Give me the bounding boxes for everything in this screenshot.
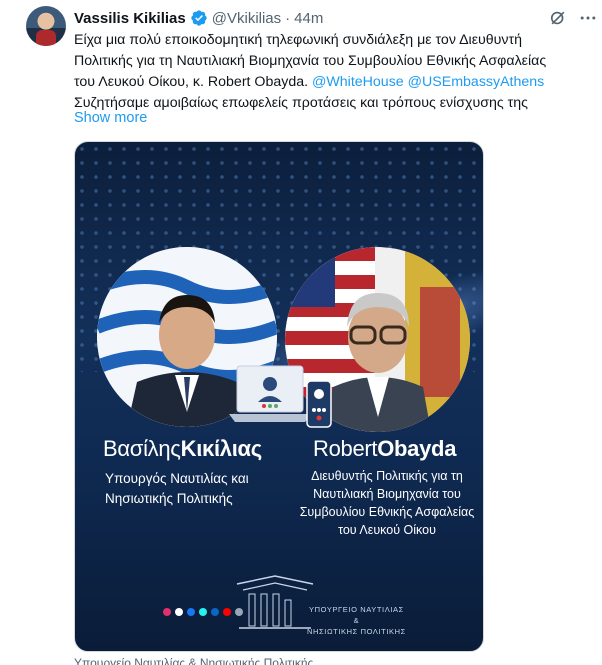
tiktok-icon bbox=[199, 608, 207, 616]
youtube-icon bbox=[223, 608, 231, 616]
instagram-icon bbox=[163, 608, 171, 616]
ministry-line-2: & bbox=[353, 616, 360, 625]
mention-whitehouse[interactable]: @WhiteHouse bbox=[312, 74, 404, 90]
grok-icon[interactable] bbox=[548, 8, 568, 28]
media-image[interactable]: ΒασίληςΚικίλιας Υπουργός Ναυτιλίας και Ν… bbox=[74, 141, 484, 652]
tweet[interactable]: Vassilis Kikilias @Vkikilias · 44m Είχα … bbox=[0, 0, 602, 665]
left-person-role: Υπουργός Ναυτιλίας και Νησιωτικής Πολιτι… bbox=[105, 471, 249, 506]
tweet-text-line-2: Πολιτικής για τη Ναυτιλιακή Βιομηχανία τ… bbox=[74, 53, 547, 69]
phone-video-call-icon bbox=[306, 380, 332, 428]
right-person-name: RobertObayda bbox=[313, 436, 456, 462]
ministry-name-text: ΥΠΟΥΡΓΕΙΟ ΝΑΥΤΙΛΙΑΣ & ΝΗΣΙΩΤΙΚΗΣ ΠΟΛΙΤΙΚ… bbox=[307, 604, 406, 637]
facebook-icon bbox=[187, 608, 195, 616]
media-caption: Υπουργείο Ναυτιλίας & Νησιωτικής Πολιτικ… bbox=[74, 656, 314, 665]
right-first-name: Robert bbox=[313, 436, 378, 461]
show-more-link[interactable]: Show more bbox=[74, 110, 147, 126]
left-last-name: Κικίλιας bbox=[180, 436, 263, 461]
tweet-text-line-3-prefix: του Λευκού Οίκου, κ. Robert Obayda. bbox=[74, 74, 312, 90]
right-person-role: Διευθυντής Πολιτικής για τη Ναυτιλιακή Β… bbox=[299, 469, 475, 537]
linkedin-icon bbox=[211, 608, 219, 616]
ministry-line-1: ΥΠΟΥΡΓΕΙΟ ΝΑΥΤΙΛΙΑΣ bbox=[309, 605, 404, 614]
social-icons bbox=[163, 608, 243, 616]
right-last-name: Obayda bbox=[377, 436, 457, 461]
ministry-line-3: ΝΗΣΙΩΤΙΚΗΣ ΠΟΛΙΤΙΚΗΣ bbox=[307, 627, 406, 636]
author-name[interactable]: Vassilis Kikilias bbox=[74, 10, 186, 27]
tweet-header: Vassilis Kikilias @Vkikilias · 44m bbox=[74, 8, 323, 28]
separator-dot: · bbox=[285, 9, 291, 27]
author-handle[interactable]: @Vkikilias bbox=[212, 10, 281, 27]
ministry-logo-icon bbox=[236, 575, 314, 629]
tweet-text: Είχα μια πολύ εποικοδομητική τηλεφωνική … bbox=[74, 30, 594, 114]
left-person-name: ΒασίληςΚικίλιας bbox=[103, 436, 262, 462]
timestamp[interactable]: 44m bbox=[294, 10, 323, 27]
tweet-text-line-1: Είχα μια πολύ εποικοδομητική τηλεφωνική … bbox=[74, 32, 523, 48]
more-options-icon[interactable] bbox=[578, 8, 598, 28]
left-first-name: Βασίλης bbox=[103, 436, 181, 461]
tweet-text-line-4: Συζητήσαμε αμοιβαίως επωφελείς προτάσεις… bbox=[74, 95, 529, 111]
avatar[interactable] bbox=[26, 6, 66, 46]
tweet-text-line-3: του Λευκού Οίκου, κ. Robert Obayda. @Whi… bbox=[74, 72, 594, 93]
mention-usembassyathens[interactable]: @USEmbassyAthens bbox=[408, 74, 545, 90]
x-icon bbox=[175, 608, 183, 616]
verified-badge-icon bbox=[191, 10, 207, 26]
